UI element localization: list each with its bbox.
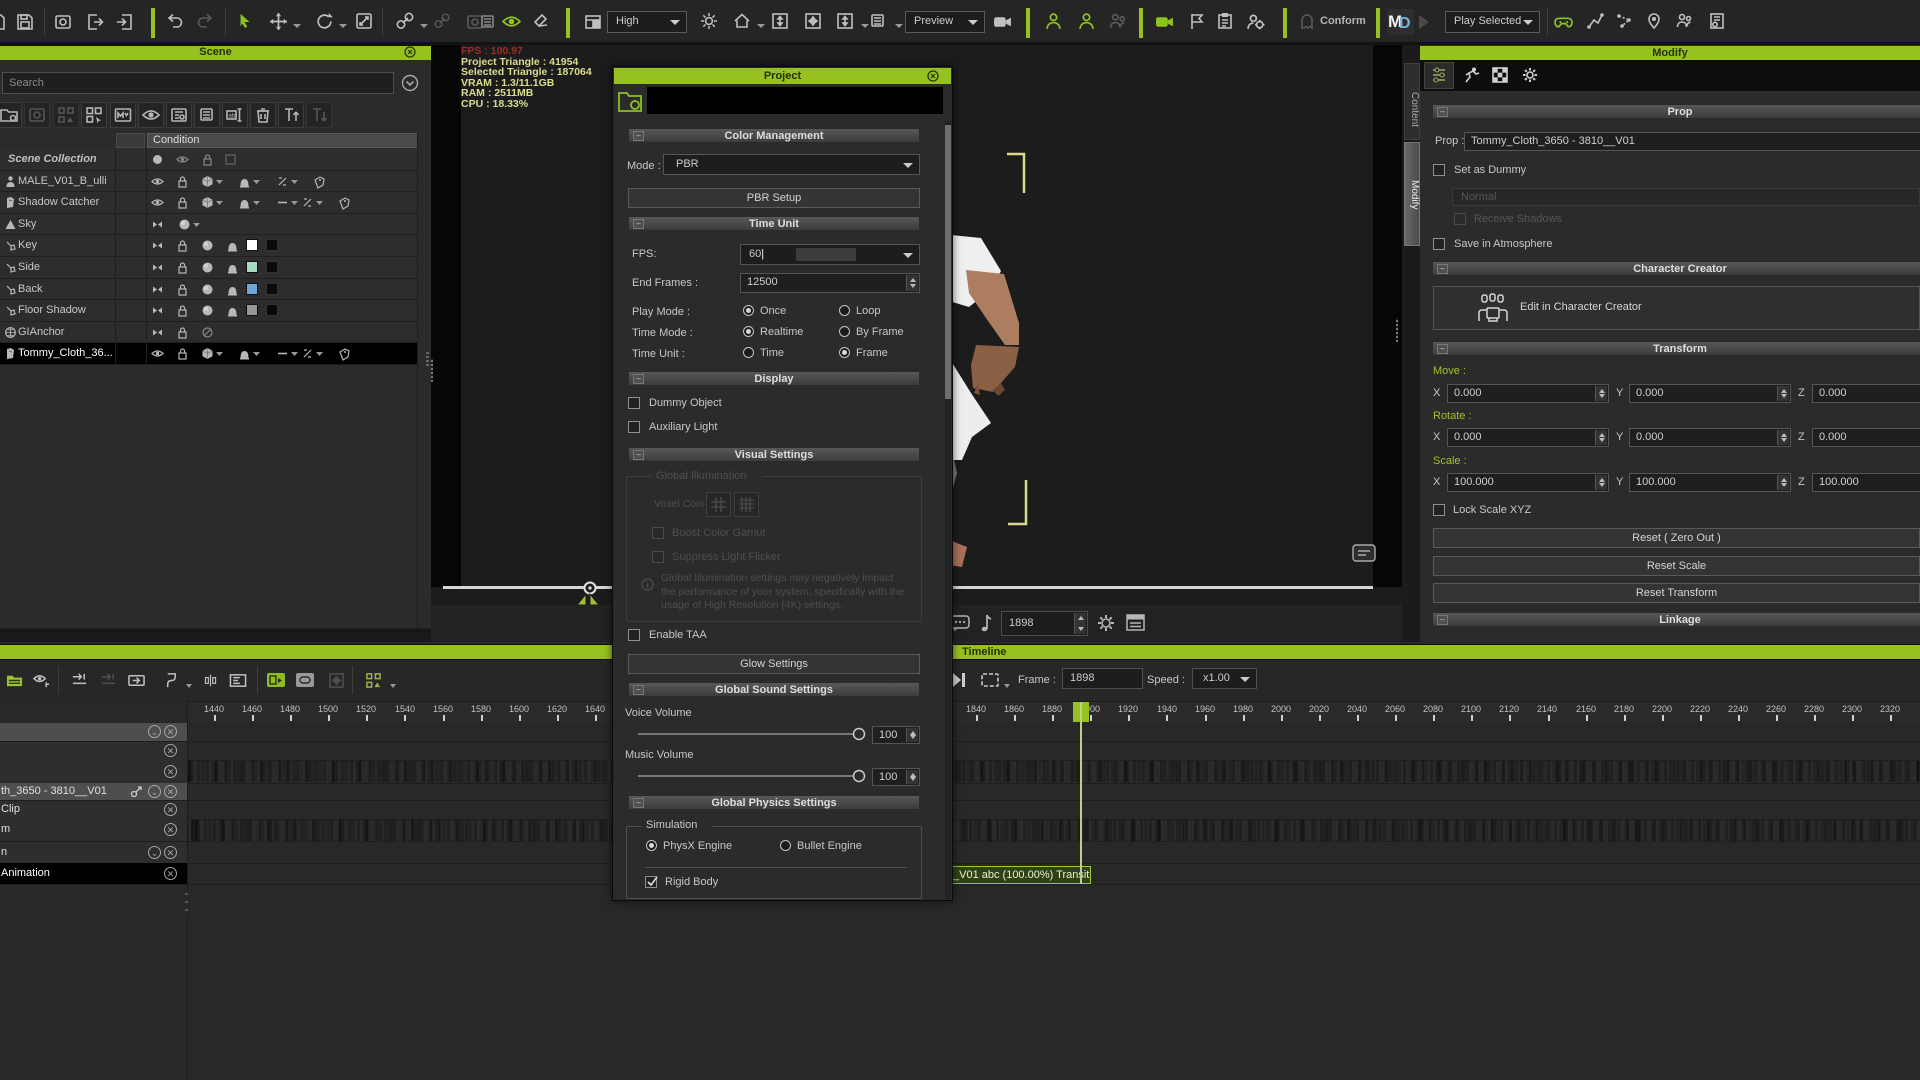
- svg-text:ab: ab: [229, 114, 236, 120]
